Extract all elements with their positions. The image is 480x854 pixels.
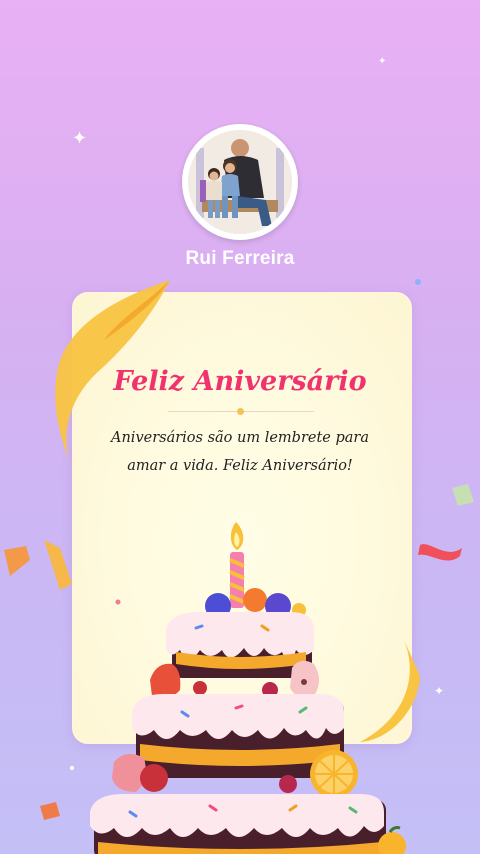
candle-icon (229, 522, 245, 608)
birthday-cake-icon (90, 522, 406, 854)
